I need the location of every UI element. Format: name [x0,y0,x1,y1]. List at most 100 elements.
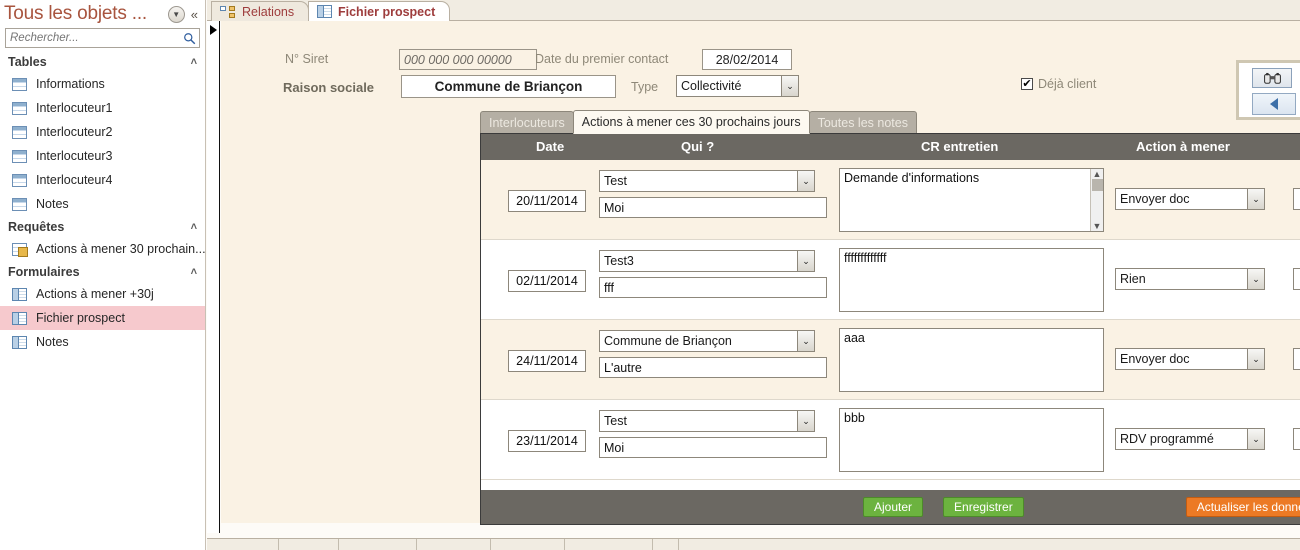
chevron-down-icon[interactable]: ⌄ [797,251,814,271]
subform-rows: 20/11/2014 Test ⌄ Moi Demande d'informations… [481,160,1300,480]
row-date-field[interactable]: 02/11/2014 [508,270,586,292]
table-icon [12,101,27,115]
search-box[interactable] [5,28,200,48]
row-action-value: Envoyer doc [1120,192,1190,206]
nav-item-interlocuteur3[interactable]: Interlocuteur3 [0,144,205,168]
chevron-down-icon[interactable]: ▼ [167,5,185,23]
record-nav-position[interactable] [279,539,339,550]
chevron-up-icon[interactable]: ˄ [191,221,197,233]
memo-scrollbar[interactable]: ▲ ▼ [1090,169,1103,231]
search-input[interactable] [6,31,179,45]
table-icon [12,125,27,139]
document-tab-label: Fichier prospect [338,4,436,19]
column-header-date: Date [536,139,565,154]
nav-item-interlocuteur2[interactable]: Interlocuteur2 [0,120,205,144]
chevron-up-icon[interactable]: ˄ [191,266,197,278]
raison-sociale-field[interactable]: Commune de Briançon [401,75,616,98]
record-selector[interactable] [207,21,220,533]
row-cr-text: bbb [844,411,865,425]
row-qui-subfield[interactable]: Moi [599,197,827,218]
triangle-up-icon[interactable]: ▲ [1093,169,1102,179]
record-nav-search[interactable] [491,539,565,550]
chevron-down-icon[interactable]: ⌄ [1247,349,1264,369]
search-records-button[interactable] [1252,68,1292,88]
collapse-pane-icon[interactable]: « [188,7,201,22]
row-cr-memo[interactable]: Demande d'informations ▲ ▼ [839,168,1104,232]
nav-group-label: Requêtes [8,219,65,234]
row-qui-combobox[interactable]: Test ⌄ [599,170,815,192]
nav-item-actions-mener-30j[interactable]: Actions à mener +30j [0,282,205,306]
chevron-down-icon[interactable]: ⌄ [1247,269,1264,289]
chevron-down-icon[interactable]: ⌄ [797,331,814,351]
save-button-bottom[interactable]: Enregistrer [943,497,1024,517]
row-action-combobox[interactable]: Rien ⌄ [1115,268,1265,290]
add-button[interactable]: Ajouter [863,497,924,517]
row-date-field[interactable]: 24/11/2014 [508,350,586,372]
record-nav-filter[interactable] [417,539,491,550]
record-nav-extra[interactable] [565,539,653,550]
refresh-data-button[interactable]: Actualiser les données [1185,497,1300,517]
scrollbar-thumb[interactable] [1091,179,1103,191]
nav-group-header[interactable]: Tables ˄ [0,51,205,72]
nav-item-label: Fichier prospect [36,311,125,325]
nav-item-actions-mener-30-prochain[interactable]: Actions à mener 30 prochain... [0,237,205,261]
deja-client-checkbox[interactable]: ✔ Déjà client [1021,77,1096,91]
chevron-down-icon[interactable]: ⌄ [1247,429,1264,449]
navigation-pane-header: Tous les objets ... ▼ « [0,0,205,28]
column-header-action: Action à mener [1136,139,1230,154]
row-cr-memo[interactable]: aaa [839,328,1104,392]
row-qui-combobox[interactable]: Test ⌄ [599,410,815,432]
subform-header-row: Date Qui ? CR entretien Action à mener Q… [481,134,1300,160]
row-qui-subfield[interactable]: Moi [599,437,827,458]
nav-item-interlocuteur4[interactable]: Interlocuteur4 [0,168,205,192]
row-action-combobox[interactable]: RDV programmé ⌄ [1115,428,1265,450]
chevron-up-icon[interactable]: ˄ [191,56,197,68]
nav-item-fichier-prospect[interactable]: Fichier prospect [0,306,205,330]
row-quand-field[interactable]: 27/11/2014 [1293,348,1300,370]
record-navigator-bar[interactable] [207,538,1300,550]
triangle-down-icon[interactable]: ▼ [1093,221,1102,231]
row-action-combobox[interactable]: Envoyer doc ⌄ [1115,188,1265,210]
table-icon [12,77,27,91]
first-contact-field[interactable]: 28/02/2014 [702,49,792,70]
siret-field[interactable]: 000 000 000 00000 [399,49,537,70]
row-date-field[interactable]: 20/11/2014 [508,190,586,212]
row-quand-field[interactable]: 27/11/2014 [1293,268,1300,290]
row-qui-combobox[interactable]: Commune de Briançon ⌄ [599,330,815,352]
row-qui-subfield[interactable]: fff [599,277,827,298]
inner-tab-strip: Interlocuteurs Actions à mener ces 30 pr… [480,110,917,134]
nav-item-label: Interlocuteur4 [36,173,113,187]
row-quand-field[interactable]: 30/11/2014 [1293,428,1300,450]
row-quand-field[interactable]: 25/11/2014 [1293,188,1300,210]
nav-item-interlocuteur1[interactable]: Interlocuteur1 [0,96,205,120]
nav-item-label: Interlocuteur1 [36,101,113,115]
document-tab-relations[interactable]: Relations [211,1,310,21]
chevron-down-icon[interactable]: ⌄ [797,411,814,431]
row-cr-memo[interactable]: fffffffffffff [839,248,1104,312]
search-icon[interactable] [179,32,199,45]
type-combobox[interactable]: Collectivité ⌄ [676,75,799,97]
row-cr-memo[interactable]: bbb [839,408,1104,472]
nav-item-label: Actions à mener 30 prochain... [36,242,205,256]
navigation-pane: Tous les objets ... ▼ « Tables ˄ Informati… [0,0,206,550]
navigation-pane-title: Tous les objets ... [4,3,147,24]
record-nav-new[interactable] [653,539,679,550]
chevron-down-icon[interactable]: ⌄ [1247,189,1264,209]
column-header-qui: Qui ? [681,139,715,154]
nav-item-notes[interactable]: Notes [0,330,205,354]
tab-toutes-les-notes[interactable]: Toutes les notes [808,111,917,134]
row-qui-combobox[interactable]: Test3 ⌄ [599,250,815,272]
previous-record-button[interactable] [1252,93,1296,115]
row-date-field[interactable]: 23/11/2014 [508,430,586,452]
chevron-down-icon[interactable]: ⌄ [781,76,798,96]
tab-actions-30-jours[interactable]: Actions à mener ces 30 prochains jours [572,110,810,134]
nav-group-header[interactable]: Formulaires ˄ [0,261,205,282]
nav-item-notes[interactable]: Notes [0,192,205,216]
row-action-combobox[interactable]: Envoyer doc ⌄ [1115,348,1265,370]
nav-item-informations[interactable]: Informations [0,72,205,96]
nav-group-header[interactable]: Requêtes ˄ [0,216,205,237]
tab-interlocuteurs[interactable]: Interlocuteurs [480,111,574,134]
document-tab-fichier-prospect[interactable]: Fichier prospect [308,1,451,21]
row-qui-subfield[interactable]: L'autre [599,357,827,378]
chevron-down-icon[interactable]: ⌄ [797,171,814,191]
